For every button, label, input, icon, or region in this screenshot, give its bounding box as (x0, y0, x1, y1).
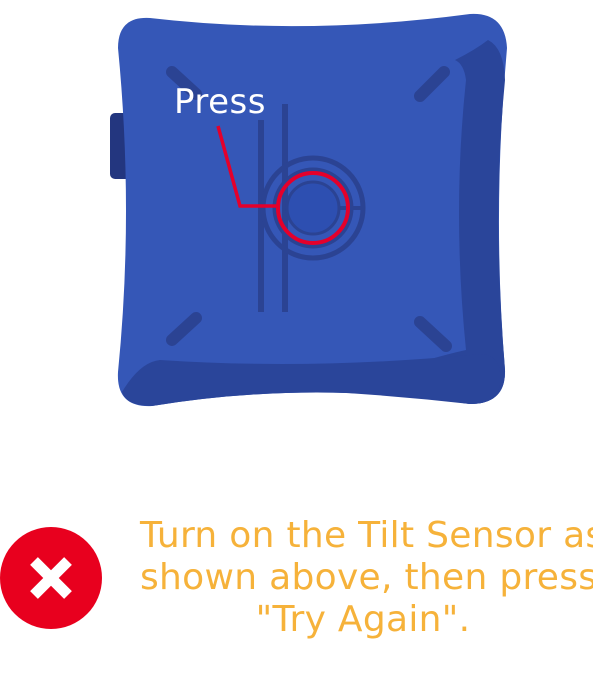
instruction-message: Turn on the Tilt Sensor as shown above, … (140, 515, 593, 641)
instruction-line-3: "Try Again". (255, 599, 471, 640)
press-label: Press (174, 82, 266, 122)
instruction-line-1: Turn on the Tilt Sensor as (140, 515, 593, 556)
error-x-icon (0, 527, 102, 629)
instruction-line-2: shown above, then press (140, 557, 593, 598)
sensor-power-button (285, 180, 341, 236)
tilt-sensor-illustration (0, 0, 593, 440)
